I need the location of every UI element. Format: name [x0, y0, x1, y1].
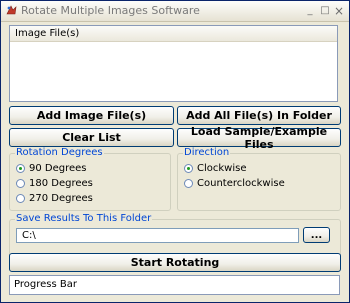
add-all-files-in-folder-button[interactable]: Add All File(s) In Folder: [177, 106, 341, 125]
radio-180-degrees[interactable]: 180 Degrees: [16, 176, 93, 190]
maximize-icon[interactable]: □: [319, 5, 331, 17]
direction-title: Direction: [183, 147, 231, 158]
save-results-title: Save Results To This Folder: [15, 213, 153, 224]
clear-list-button[interactable]: Clear List: [9, 128, 174, 147]
window-title: Rotate Multiple Images Software: [21, 4, 200, 17]
rotation-degrees-group: Rotation Degrees 90 Degrees 180 Degrees …: [9, 147, 171, 211]
radio-button-selected[interactable]: [16, 163, 25, 173]
radio-button-selected[interactable]: [184, 163, 193, 173]
direction-group: Direction Clockwise Counterclockwise: [177, 147, 341, 211]
radio-clockwise[interactable]: Clockwise: [184, 161, 247, 175]
image-file-list-header[interactable]: Image File(s): [10, 26, 337, 42]
title-bar[interactable]: Rotate Multiple Images Software _ □ ×: [1, 1, 349, 22]
radio-90-degrees[interactable]: 90 Degrees: [16, 161, 87, 175]
image-file-list[interactable]: Image File(s): [9, 25, 338, 102]
radio-270-degrees-label: 270 Degrees: [29, 192, 93, 204]
minimize-icon[interactable]: _: [304, 5, 316, 17]
radio-counterclockwise-label: Counterclockwise: [197, 177, 285, 189]
start-rotating-button[interactable]: Start Rotating: [9, 253, 341, 272]
app-icon: [5, 4, 18, 17]
client-area: Image File(s) Add Image File(s) Add All …: [4, 22, 346, 301]
rotation-degrees-title: Rotation Degrees: [15, 147, 104, 158]
add-image-files-button[interactable]: Add Image File(s): [9, 106, 174, 125]
radio-180-degrees-label: 180 Degrees: [29, 177, 93, 189]
radio-clockwise-label: Clockwise: [197, 162, 247, 174]
radio-button[interactable]: [16, 178, 25, 188]
browse-folder-button[interactable]: ...: [303, 227, 330, 243]
radio-button[interactable]: [16, 193, 25, 203]
radio-button[interactable]: [184, 178, 193, 188]
radio-270-degrees[interactable]: 270 Degrees: [16, 191, 93, 205]
app-window: Rotate Multiple Images Software _ □ × Im…: [0, 0, 350, 303]
load-sample-files-button[interactable]: Load Sample/Example Files: [177, 125, 341, 151]
radio-90-degrees-label: 90 Degrees: [29, 162, 87, 174]
progress-bar: Progress Bar: [9, 275, 340, 295]
close-icon[interactable]: ×: [333, 5, 345, 17]
output-folder-input[interactable]: C:\: [16, 228, 299, 243]
radio-counterclockwise[interactable]: Counterclockwise: [184, 176, 285, 190]
